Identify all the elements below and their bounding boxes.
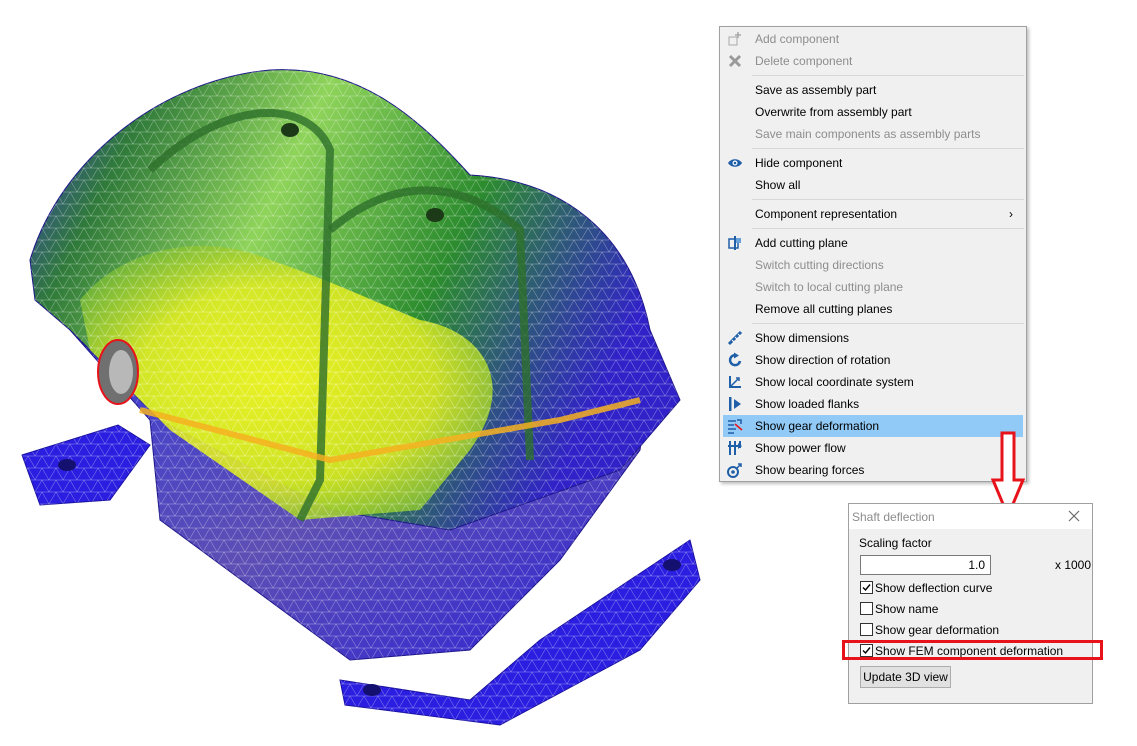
menu-item-show-gear-deformation[interactable]: Show gear deformation	[723, 415, 1023, 437]
menu-item-label: Show power flow	[755, 441, 846, 455]
rotation-arrow-icon	[727, 352, 743, 368]
menu-separator	[752, 148, 1024, 149]
submenu-arrow-icon: ›	[1009, 207, 1013, 221]
menu-item-add-cutting-plane[interactable]: Add cutting plane	[723, 232, 1023, 254]
menu-item-show-local-coordinate-system[interactable]: Show local coordinate system	[723, 371, 1023, 393]
checkbox-label: Show name	[875, 602, 939, 616]
eye-icon	[727, 155, 743, 171]
menu-item-label: Add component	[755, 32, 840, 46]
scaling-factor-label: Scaling factor	[859, 536, 932, 550]
menu-item-label: Show bearing forces	[755, 463, 865, 477]
menu-item-delete-component[interactable]: Delete component	[723, 50, 1023, 72]
menu-item-save-main-components[interactable]: Save main components as assembly parts	[723, 123, 1023, 145]
menu-item-switch-cutting-directions[interactable]: Switch cutting directions	[723, 254, 1023, 276]
cutting-plane-icon	[727, 235, 743, 251]
menu-separator	[752, 323, 1024, 324]
menu-item-label: Show dimensions	[755, 331, 850, 345]
gear-deformation-icon	[727, 418, 743, 434]
ruler-icon	[727, 330, 743, 346]
menu-item-show-direction-of-rotation[interactable]: Show direction of rotation	[723, 349, 1023, 371]
context-menu: Add component Delete component Save as a…	[719, 26, 1027, 482]
menu-item-label: Component representation	[755, 207, 898, 221]
menu-item-label: Remove all cutting planes	[755, 302, 893, 316]
lifting-eye	[281, 123, 299, 137]
gearbox-fem-model[interactable]	[0, 0, 715, 743]
checkbox-unchecked[interactable]	[860, 602, 873, 615]
menu-item-label: Show loaded flanks	[755, 397, 860, 411]
menu-item-label: Show gear deformation	[755, 419, 880, 433]
bolt-hole	[58, 459, 76, 471]
3d-viewport[interactable]	[0, 0, 715, 743]
menu-item-switch-local-cutting-plane[interactable]: Switch to local cutting plane	[723, 276, 1023, 298]
menu-item-save-as-assembly-part[interactable]: Save as assembly part	[723, 79, 1023, 101]
menu-item-label: Overwrite from assembly part	[755, 105, 912, 119]
menu-item-show-power-flow[interactable]: Show power flow	[723, 437, 1023, 459]
menu-item-label: Delete component	[755, 54, 853, 68]
power-flow-icon	[727, 440, 743, 456]
bearing-forces-icon	[727, 462, 743, 478]
menu-item-show-dimensions[interactable]: Show dimensions	[723, 327, 1023, 349]
menu-item-component-representation[interactable]: Component representation ›	[723, 203, 1023, 225]
shaft-deflection-dialog: Shaft deflection Scaling factor x 1000 S…	[848, 503, 1093, 704]
close-icon[interactable]	[1066, 508, 1082, 524]
menu-item-label: Switch cutting directions	[755, 258, 884, 272]
menu-item-show-loaded-flanks[interactable]: Show loaded flanks	[723, 393, 1023, 415]
menu-separator	[752, 228, 1024, 229]
annotation-highlight-box	[842, 640, 1103, 660]
delete-icon	[727, 53, 743, 69]
menu-item-label: Switch to local cutting plane	[755, 280, 904, 294]
menu-item-add-component[interactable]: Add component	[723, 28, 1023, 50]
menu-item-label: Show local coordinate system	[755, 375, 914, 389]
scaling-unit-label: x 1000	[1055, 558, 1092, 572]
checkbox-unchecked[interactable]	[860, 623, 873, 636]
menu-item-label: Add cutting plane	[755, 236, 848, 250]
loaded-flanks-icon	[727, 396, 743, 412]
menu-separator	[752, 75, 1024, 76]
update-3d-view-button[interactable]: Update 3D view	[860, 666, 951, 688]
dialog-titlebar[interactable]: Shaft deflection	[849, 504, 1092, 529]
menu-separator	[752, 199, 1024, 200]
menu-item-remove-cutting-planes[interactable]: Remove all cutting planes	[723, 298, 1023, 320]
menu-item-label: Save main components as assembly parts	[755, 127, 981, 141]
menu-item-overwrite-from-assembly-part[interactable]: Overwrite from assembly part	[723, 101, 1023, 123]
checkbox-label: Show deflection curve	[875, 581, 993, 595]
checkbox-checked[interactable]	[860, 581, 873, 594]
menu-item-label: Save as assembly part	[755, 83, 877, 97]
menu-item-show-all[interactable]: Show all	[723, 174, 1023, 196]
checkbox-label: Show gear deformation	[875, 623, 1000, 637]
menu-item-label: Hide component	[755, 156, 843, 170]
menu-item-show-bearing-forces[interactable]: Show bearing forces	[723, 459, 1023, 481]
menu-item-hide-component[interactable]: Hide component	[723, 152, 1023, 174]
menu-item-label: Show all	[755, 178, 801, 192]
dialog-title: Shaft deflection	[852, 510, 935, 524]
scaling-factor-input[interactable]	[860, 555, 991, 575]
coordinate-system-icon	[727, 374, 743, 390]
menu-item-label: Show direction of rotation	[755, 353, 891, 367]
add-component-icon	[727, 31, 743, 47]
